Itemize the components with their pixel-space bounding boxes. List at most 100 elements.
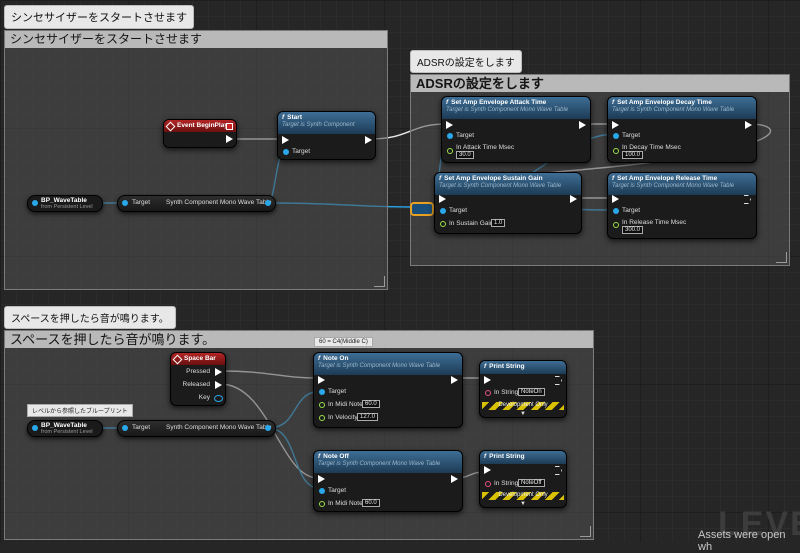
float-pin[interactable] bbox=[319, 415, 325, 421]
node-subtitle: Target is Synth Component Mono Wave Tabl… bbox=[439, 183, 562, 189]
pin-label: In String bbox=[494, 389, 519, 396]
comment-bubble[interactable]: ADSRの設定をします bbox=[410, 50, 522, 73]
float-pin[interactable] bbox=[447, 148, 453, 154]
set-decay-node[interactable]: f Set Amp Envelope Decay Time Target is Sy… bbox=[607, 96, 757, 163]
key-pin[interactable] bbox=[214, 395, 223, 402]
node-subtitle: Target is Synth Component Mono Wave Tabl… bbox=[612, 107, 735, 113]
exec-out-pin[interactable] bbox=[365, 136, 372, 144]
event-icon bbox=[172, 354, 183, 365]
exec-in-pin[interactable] bbox=[612, 121, 619, 129]
target-pin[interactable] bbox=[122, 200, 128, 206]
node-comment-bubble[interactable]: レベルから参照したブループリント bbox=[27, 404, 133, 417]
node-header: f Start Target is Synth Component bbox=[278, 112, 375, 134]
value-field[interactable]: 60.0 bbox=[362, 400, 380, 408]
get-component-node[interactable]: Target Synth Component Mono Wave Table bbox=[117, 195, 276, 212]
target-pin[interactable] bbox=[447, 133, 453, 139]
value-field[interactable]: 60.0 bbox=[362, 499, 380, 507]
exec-in-pin[interactable] bbox=[318, 475, 325, 483]
pin-label: Target bbox=[328, 487, 347, 494]
exec-out-pin[interactable] bbox=[215, 368, 222, 376]
note-off-node[interactable]: f Note Off Target is Synth Component Mono … bbox=[313, 450, 463, 512]
node-header: f Print String bbox=[480, 451, 566, 464]
event-title: Space Bar bbox=[184, 355, 216, 362]
value-field[interactable]: 30.0 bbox=[456, 151, 474, 159]
exec-out-pin[interactable] bbox=[451, 376, 458, 384]
resize-handle[interactable] bbox=[776, 252, 787, 263]
expand-arrow-icon[interactable]: ▼ bbox=[520, 501, 526, 507]
pin-label: Synth Component Mono Wave Table bbox=[166, 199, 272, 206]
target-pin[interactable] bbox=[319, 488, 325, 494]
pin-label: Target bbox=[292, 148, 311, 155]
pin-label: In String bbox=[494, 480, 519, 487]
float-pin[interactable] bbox=[319, 501, 325, 507]
exec-out-pin[interactable] bbox=[215, 381, 222, 389]
reroute-node[interactable] bbox=[410, 202, 434, 216]
value-field[interactable]: NoteOn bbox=[518, 388, 545, 396]
target-pin[interactable] bbox=[122, 425, 128, 431]
exec-in-pin[interactable] bbox=[612, 195, 619, 203]
pin-label: Key bbox=[198, 394, 210, 401]
resize-handle[interactable] bbox=[580, 526, 591, 537]
float-pin[interactable] bbox=[440, 221, 446, 227]
string-pin[interactable] bbox=[485, 390, 491, 396]
float-pin[interactable] bbox=[613, 148, 619, 154]
pin-label: Target bbox=[328, 388, 347, 395]
set-attack-node[interactable]: f Set Amp Envelope Attack Time Target is S… bbox=[441, 96, 591, 163]
value-field[interactable]: 127.0 bbox=[357, 413, 379, 421]
exec-in-pin[interactable] bbox=[484, 466, 491, 474]
bp-wavetable-ref-node[interactable]: BP_WaveTable from Persistent Level bbox=[27, 195, 103, 212]
bp-wavetable-ref-node[interactable]: BP_WaveTable from Persistent Level bbox=[27, 420, 103, 437]
node-comment-bubble[interactable]: 60 = C4(Middle C) bbox=[314, 337, 373, 347]
node-title: BP_WaveTable bbox=[41, 422, 87, 429]
print-string-node[interactable]: f Print String In String NoteOff Developm… bbox=[479, 450, 567, 508]
output-pin[interactable] bbox=[32, 200, 38, 206]
resize-handle[interactable] bbox=[374, 276, 385, 287]
output-pin[interactable] bbox=[265, 200, 271, 206]
node-subtitle: Target is Synth Component Mono Wave Tabl… bbox=[318, 461, 441, 467]
comment-bubble[interactable]: スペースを押したら音が鳴ります。 bbox=[4, 306, 176, 329]
expand-arrow-icon[interactable]: ▼ bbox=[520, 411, 526, 417]
exec-out-pin[interactable] bbox=[555, 466, 562, 475]
exec-out-pin[interactable] bbox=[745, 121, 752, 129]
string-pin[interactable] bbox=[485, 481, 491, 487]
value-field[interactable]: 100.0 bbox=[622, 151, 644, 159]
event-beginplay-node[interactable]: Event BeginPlay bbox=[163, 119, 237, 148]
output-pin[interactable] bbox=[265, 425, 271, 431]
print-string-node[interactable]: f Print String In String NoteOn Developme… bbox=[479, 360, 567, 418]
node-title: Note On bbox=[323, 355, 349, 362]
exec-in-pin[interactable] bbox=[439, 195, 446, 203]
get-component-node[interactable]: Target Synth Component Mono Wave Table bbox=[117, 420, 276, 437]
float-pin[interactable] bbox=[613, 222, 619, 228]
exec-in-pin[interactable] bbox=[282, 136, 289, 144]
notification-toast[interactable]: Assets were open wh bbox=[698, 529, 800, 553]
node-header: f Print String bbox=[480, 361, 566, 374]
value-field[interactable]: NoteOff bbox=[518, 479, 545, 487]
exec-in-pin[interactable] bbox=[484, 376, 491, 384]
target-pin[interactable] bbox=[440, 208, 446, 214]
exec-in-pin[interactable] bbox=[446, 121, 453, 129]
pin-label: In Midi Note bbox=[328, 401, 363, 408]
delegate-pin[interactable] bbox=[226, 123, 233, 130]
target-pin[interactable] bbox=[613, 133, 619, 139]
exec-out-pin[interactable] bbox=[744, 195, 751, 204]
exec-in-pin[interactable] bbox=[318, 376, 325, 384]
exec-out-pin[interactable] bbox=[570, 195, 577, 203]
exec-out-pin[interactable] bbox=[226, 135, 233, 143]
comment-bubble[interactable]: シンセサイザーをスタートさせます bbox=[4, 5, 194, 29]
float-pin[interactable] bbox=[319, 402, 325, 408]
space-bar-node[interactable]: Space Bar Pressed Released Key bbox=[170, 352, 226, 406]
target-pin[interactable] bbox=[283, 149, 289, 155]
exec-out-pin[interactable] bbox=[451, 475, 458, 483]
target-pin[interactable] bbox=[613, 208, 619, 214]
comment-box-start[interactable]: シンセサイザーをスタートさせます bbox=[4, 30, 388, 290]
start-node[interactable]: f Start Target is Synth Component Target bbox=[277, 111, 376, 160]
set-sustain-node[interactable]: f Set Amp Envelope Sustain Gain Target is … bbox=[434, 172, 582, 234]
output-pin[interactable] bbox=[32, 425, 38, 431]
exec-out-pin[interactable] bbox=[555, 376, 562, 385]
set-release-node[interactable]: f Set Amp Envelope Release Time Target is … bbox=[607, 172, 757, 239]
target-pin[interactable] bbox=[319, 389, 325, 395]
note-on-node[interactable]: f Note On Target is Synth Component Mono W… bbox=[313, 352, 463, 428]
exec-out-pin[interactable] bbox=[579, 121, 586, 129]
value-field[interactable]: 1.0 bbox=[491, 219, 506, 227]
value-field[interactable]: 300.0 bbox=[622, 226, 644, 234]
